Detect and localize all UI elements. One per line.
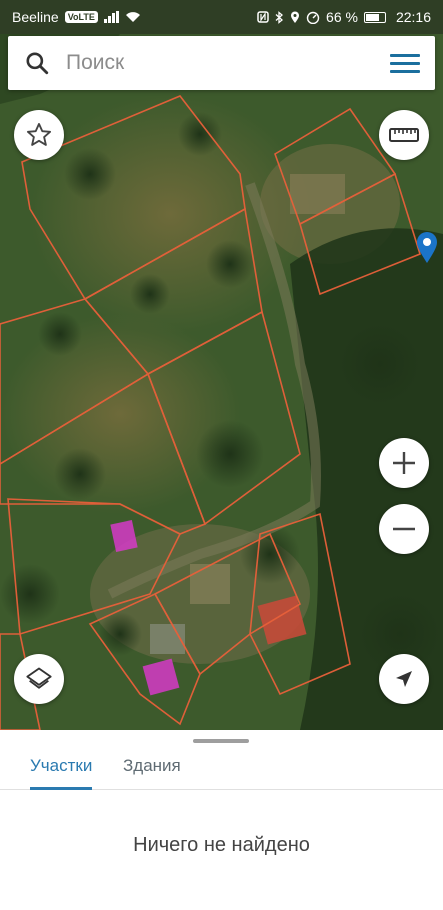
clock: 22:16 xyxy=(395,9,431,25)
status-bar: Beeline VoLTE 66 % 22:16 xyxy=(0,0,443,34)
favorites-button[interactable] xyxy=(14,110,64,160)
zoom-in-button[interactable] xyxy=(379,438,429,488)
zoom-out-button[interactable] xyxy=(379,504,429,554)
tab-parcels[interactable]: Участки xyxy=(30,752,93,790)
map-view[interactable] xyxy=(0,34,443,730)
my-location-button[interactable] xyxy=(379,654,429,704)
bottom-sheet: Участки Здания Ничего не найдено xyxy=(0,730,443,910)
nfc-icon xyxy=(257,11,269,23)
battery-icon xyxy=(363,11,386,23)
speed-icon xyxy=(306,11,320,24)
signal-icon xyxy=(103,11,119,23)
menu-icon xyxy=(390,53,420,57)
navigation-arrow-icon xyxy=(396,671,412,687)
volte-badge: VoLTE xyxy=(64,11,98,23)
layers-icon xyxy=(26,667,52,689)
location-icon xyxy=(291,11,300,23)
ruler-icon xyxy=(389,128,419,142)
wifi-icon xyxy=(125,12,140,22)
battery-percent: 66 % xyxy=(326,9,358,25)
layers-button[interactable] xyxy=(14,654,64,704)
measure-button[interactable] xyxy=(379,110,429,160)
location-pin-icon[interactable] xyxy=(416,232,438,264)
tab-bar: Участки Здания xyxy=(0,746,443,790)
carrier-name: Beeline xyxy=(12,9,59,25)
bluetooth-icon xyxy=(275,10,284,24)
satellite-imagery xyxy=(0,34,443,730)
search-bar xyxy=(8,36,435,90)
sheet-drag-handle[interactable] xyxy=(193,739,249,743)
search-icon[interactable] xyxy=(8,50,66,76)
star-icon xyxy=(26,122,52,146)
empty-results-message: Ничего не найдено xyxy=(133,834,310,856)
minus-icon xyxy=(393,527,415,531)
search-input[interactable] xyxy=(66,51,375,75)
menu-button[interactable] xyxy=(375,36,435,90)
plus-icon xyxy=(393,452,415,474)
tab-buildings[interactable]: Здания xyxy=(123,752,181,790)
